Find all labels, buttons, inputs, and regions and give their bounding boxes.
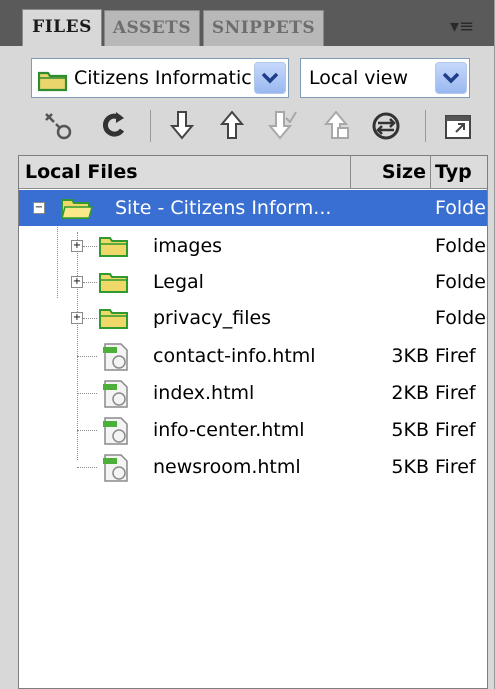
- file-type: Firef: [435, 345, 476, 367]
- tree-line: [77, 430, 97, 431]
- file-type: Firef: [435, 382, 476, 404]
- tab-files[interactable]: FILES: [22, 9, 102, 46]
- connect-icon[interactable]: [40, 108, 76, 144]
- chevron-down-icon[interactable]: [435, 62, 467, 94]
- expand-icon[interactable]: [440, 108, 476, 144]
- site-root-row[interactable]: − Site - Citizens Inform... Folde: [19, 190, 487, 226]
- site-select-value: Citizens Informatic: [74, 67, 252, 89]
- tab-assets[interactable]: ASSETS: [104, 10, 200, 46]
- put-icon[interactable]: [214, 108, 250, 144]
- file-size: 2KB: [391, 382, 429, 404]
- column-header-type[interactable]: Typ: [433, 156, 487, 188]
- file-name: Legal: [153, 271, 204, 293]
- column-header-local-files[interactable]: Local Files: [25, 156, 351, 188]
- folder-icon: [99, 306, 131, 342]
- tree-line: [77, 393, 97, 394]
- folder-row[interactable]: + privacy_files Folde: [19, 300, 487, 336]
- html-file-icon: [101, 453, 131, 495]
- collapse-icon[interactable]: −: [33, 202, 45, 214]
- site-select[interactable]: Citizens Informatic: [31, 58, 289, 98]
- folder-open-icon: [61, 196, 93, 232]
- file-size: 5KB: [391, 419, 429, 441]
- panel-options-menu-icon[interactable]: ▾≡: [442, 12, 482, 42]
- folder-icon: [37, 67, 68, 97]
- file-name: index.html: [153, 382, 255, 404]
- expand-plus-icon[interactable]: +: [71, 312, 83, 324]
- toolbar-separator: [425, 110, 426, 142]
- file-row[interactable]: contact-info.html 3KB Firef: [19, 338, 487, 374]
- file-row[interactable]: info-center.html 5KB Firef: [19, 412, 487, 448]
- file-list[interactable]: Local Files Size Typ − Site - Citizens I…: [18, 155, 488, 689]
- tree-line: [77, 467, 97, 468]
- panel-tab-bar: FILES ASSETS SNIPPETS ▾≡: [0, 0, 494, 46]
- synchronize-icon[interactable]: [368, 108, 404, 144]
- view-select[interactable]: Local view: [300, 58, 470, 98]
- file-type: Folde: [435, 271, 486, 293]
- refresh-icon[interactable]: [96, 108, 132, 144]
- file-name: images: [153, 235, 223, 257]
- expand-plus-icon[interactable]: +: [71, 240, 83, 252]
- file-type: Firef: [435, 419, 476, 441]
- file-name: Site - Citizens Inform...: [115, 197, 332, 219]
- get-icon[interactable]: [164, 108, 200, 144]
- toolbar: [0, 104, 494, 148]
- toolbar-separator: [150, 110, 151, 142]
- file-name: info-center.html: [153, 419, 305, 441]
- file-name: newsroom.html: [153, 456, 301, 478]
- file-name: contact-info.html: [153, 345, 316, 367]
- file-row[interactable]: index.html 2KB Firef: [19, 375, 487, 411]
- file-name: privacy_files: [153, 307, 272, 329]
- file-list-header: Local Files Size Typ: [19, 156, 487, 189]
- file-type: Folde: [435, 197, 486, 219]
- file-type: Folde: [435, 307, 486, 329]
- file-row[interactable]: newsroom.html 5KB Firef: [19, 449, 487, 485]
- file-size: 3KB: [391, 345, 429, 367]
- folder-row[interactable]: + images Folde: [19, 228, 487, 264]
- tree-line: [77, 356, 97, 357]
- expand-plus-icon[interactable]: +: [71, 276, 83, 288]
- column-header-size[interactable]: Size: [351, 156, 431, 188]
- folder-row[interactable]: + Legal Folde: [19, 264, 487, 300]
- file-size: 5KB: [391, 456, 429, 478]
- check-in-icon[interactable]: [318, 108, 354, 144]
- file-type: Folde: [435, 235, 486, 257]
- file-type: Firef: [435, 456, 476, 478]
- chevron-down-icon[interactable]: [254, 62, 286, 94]
- files-panel: FILES ASSETS SNIPPETS ▾≡ Citizens Inform…: [0, 0, 495, 689]
- tree-line: [83, 318, 97, 319]
- view-select-value: Local view: [309, 67, 409, 89]
- tree-line: [83, 246, 97, 247]
- tree-line: [83, 282, 97, 283]
- tab-snippets[interactable]: SNIPPETS: [203, 10, 324, 46]
- check-out-icon[interactable]: [264, 108, 300, 144]
